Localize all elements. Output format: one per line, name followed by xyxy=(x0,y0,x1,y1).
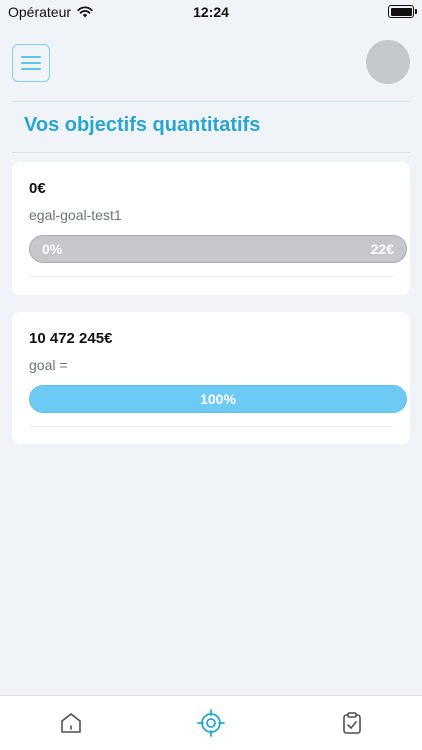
goal-amount: 0€ xyxy=(29,180,46,197)
goal-progress-label: 100% xyxy=(200,391,236,407)
menu-button[interactable] xyxy=(12,44,50,82)
goal-progress-bar: 100% xyxy=(29,385,407,413)
hamburger-icon-line xyxy=(21,56,41,58)
status-bar: Opérateur 12:24 xyxy=(0,0,422,26)
goal-card[interactable]: 10 472 245€ goal = 100% xyxy=(12,312,410,444)
title-divider xyxy=(12,152,410,153)
page-title: Vos objectifs quantitatifs xyxy=(24,114,261,136)
target-icon xyxy=(197,709,225,737)
tab-bar xyxy=(0,695,422,750)
carrier-group: Opérateur xyxy=(8,4,93,20)
header-divider xyxy=(12,101,410,102)
hamburger-icon-line xyxy=(21,68,41,70)
tab-tasks[interactable] xyxy=(337,708,367,738)
tab-home[interactable] xyxy=(56,708,86,738)
hamburger-icon-line xyxy=(21,62,41,64)
card-divider xyxy=(29,426,393,427)
wifi-icon xyxy=(77,6,93,18)
goal-card[interactable]: 0€ egal-goal-test1 0% 22€ xyxy=(12,162,410,295)
clipboard-check-icon xyxy=(343,712,361,734)
tab-goals[interactable] xyxy=(196,708,226,738)
goal-amount: 10 472 245€ xyxy=(29,330,113,347)
goal-name: egal-goal-test1 xyxy=(29,207,122,223)
goal-name: goal = xyxy=(29,357,68,373)
goal-progress-label: 0% xyxy=(42,241,63,257)
goal-progress-bar: 0% 22€ xyxy=(29,235,407,263)
home-icon xyxy=(61,713,81,733)
goal-target-label: 22€ xyxy=(370,241,394,257)
avatar[interactable] xyxy=(366,40,410,84)
carrier-label: Opérateur xyxy=(8,4,72,20)
card-divider xyxy=(29,276,393,277)
battery-icon xyxy=(388,5,417,18)
